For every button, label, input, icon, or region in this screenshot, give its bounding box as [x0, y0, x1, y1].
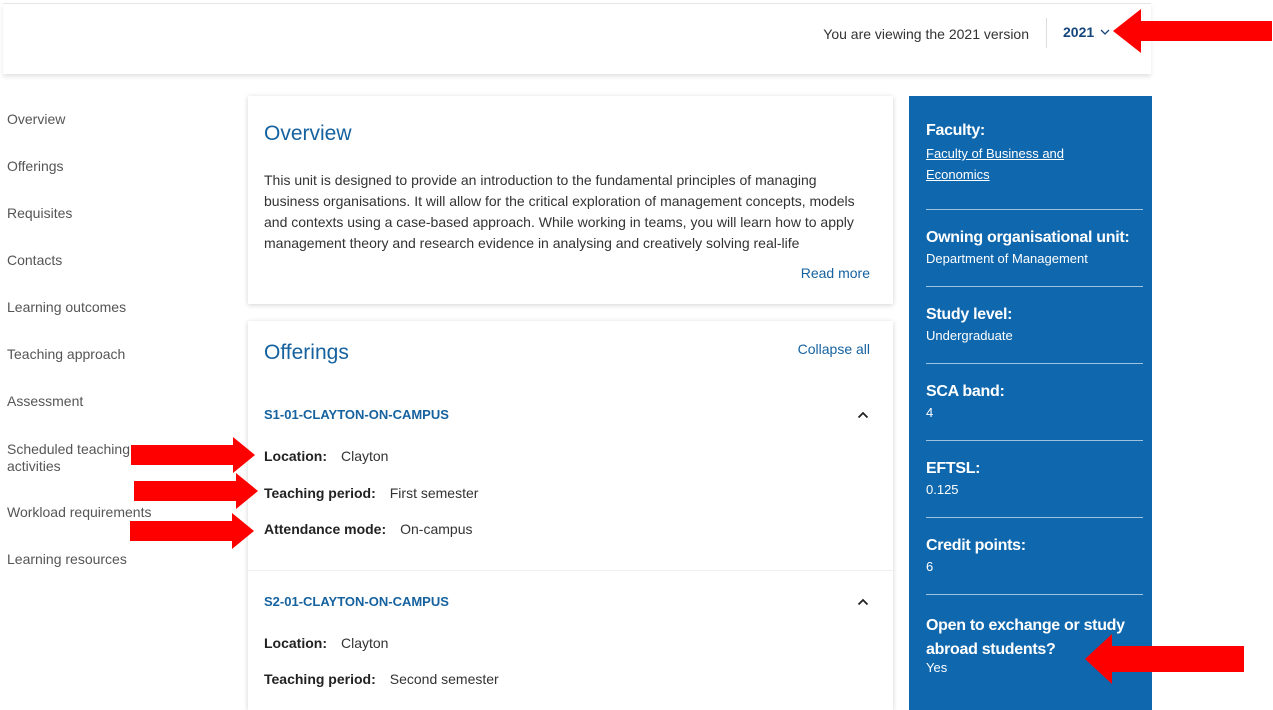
attendance-mode-value: On-campus — [400, 521, 473, 537]
exchange-value: Yes — [926, 660, 948, 675]
offering-attendance-mode: Attendance mode: On-campus — [264, 521, 472, 537]
annotation-arrow-right-icon — [134, 473, 258, 509]
version-text: You are viewing the 2021 version — [823, 26, 1029, 42]
offerings-title: Offerings — [264, 341, 349, 364]
chevron-up-icon[interactable] — [857, 598, 869, 606]
sidenav-item-learning-resources[interactable]: Learning resources — [7, 551, 157, 568]
sidenav-item-learning-outcomes[interactable]: Learning outcomes — [7, 299, 157, 316]
divider — [926, 517, 1143, 518]
sidenav-item-contacts[interactable]: Contacts — [7, 252, 157, 269]
divider — [926, 440, 1143, 441]
offering-location: Location: Clayton — [264, 635, 388, 651]
location-value: Clayton — [341, 448, 389, 464]
divider — [926, 363, 1143, 364]
sidenav-item-assessment[interactable]: Assessment — [7, 393, 157, 410]
credit-points-label: Credit points: — [926, 537, 1026, 554]
faculty-link-line1: Faculty of Business and — [926, 146, 1065, 161]
attendance-mode-label: Attendance mode: — [264, 521, 387, 537]
divider — [926, 594, 1143, 595]
location-label: Location: — [264, 635, 327, 651]
eftsl-label: EFTSL: — [926, 460, 981, 477]
divider — [926, 209, 1143, 210]
exchange-label-line1: Open to exchange or study — [926, 617, 1125, 634]
year-select-value: 2021 — [1063, 24, 1095, 40]
offerings-card: Offerings Collapse all S1-01-CLAYTON-ON-… — [248, 321, 893, 710]
study-level-value: Undergraduate — [926, 328, 1013, 343]
offering-teaching-period: Teaching period: First semester — [264, 485, 478, 501]
offering-separator — [248, 570, 893, 571]
faculty-link-line2: Economics — [926, 167, 990, 182]
eftsl-value: 0.125 — [926, 482, 959, 497]
faculty-link[interactable]: Faculty of Business and Economics — [926, 143, 1064, 185]
sidenav-item-requisites[interactable]: Requisites — [7, 205, 157, 222]
location-label: Location: — [264, 448, 327, 464]
teaching-period-label: Teaching period: — [264, 671, 376, 687]
overview-title: Overview — [264, 122, 352, 145]
sidenav-item-scheduled-teaching-activities[interactable]: Scheduled teaching activities — [7, 441, 135, 475]
overview-card: Overview This unit is designed to provid… — [248, 96, 893, 304]
sidenav-item-teaching-approach[interactable]: Teaching approach — [7, 346, 157, 363]
unit-facts-panel: Faculty: Faculty of Business and Economi… — [909, 96, 1152, 710]
credit-points-value: 6 — [926, 559, 934, 574]
overview-text: This unit is designed to provide an intr… — [264, 172, 855, 251]
offering-location: Location: Clayton — [264, 448, 388, 464]
location-value: Clayton — [341, 635, 389, 651]
offering-teaching-period: Teaching period: Second semester — [264, 671, 499, 687]
annotation-arrow-left-icon — [1085, 634, 1244, 684]
owning-unit-value: Department of Management — [926, 251, 1088, 266]
faculty-label: Faculty: — [926, 122, 985, 139]
study-level-label: Study level: — [926, 306, 1013, 323]
owning-unit-label: Owning organisational unit: — [926, 229, 1130, 246]
annotation-arrow-right-icon — [130, 513, 254, 549]
sca-band-label: SCA band: — [926, 383, 1005, 400]
sidenav-item-offerings[interactable]: Offerings — [7, 158, 157, 175]
teaching-period-value: First semester — [389, 485, 479, 501]
year-select[interactable]: 2021 — [1063, 24, 1110, 40]
sidenav-item-overview[interactable]: Overview — [7, 111, 157, 128]
read-more-link[interactable]: Read more — [801, 265, 870, 281]
chevron-down-icon — [1100, 29, 1110, 35]
teaching-period-value: Second semester — [389, 671, 499, 687]
offering-code[interactable]: S1-01-CLAYTON-ON-CAMPUS — [264, 407, 449, 422]
annotation-arrow-left-icon — [1113, 9, 1272, 53]
annotation-arrow-right-icon — [131, 437, 255, 473]
version-bar: You are viewing the 2021 version 2021 — [3, 3, 1151, 74]
collapse-all-link[interactable]: Collapse all — [798, 341, 870, 357]
sca-band-value: 4 — [926, 405, 934, 420]
teaching-period-label: Teaching period: — [264, 485, 376, 501]
divider — [926, 286, 1143, 287]
divider — [1046, 18, 1047, 48]
offering-code[interactable]: S2-01-CLAYTON-ON-CAMPUS — [264, 594, 449, 609]
exchange-label-line2: abroad students? — [926, 641, 1056, 658]
chevron-up-icon[interactable] — [857, 411, 869, 419]
